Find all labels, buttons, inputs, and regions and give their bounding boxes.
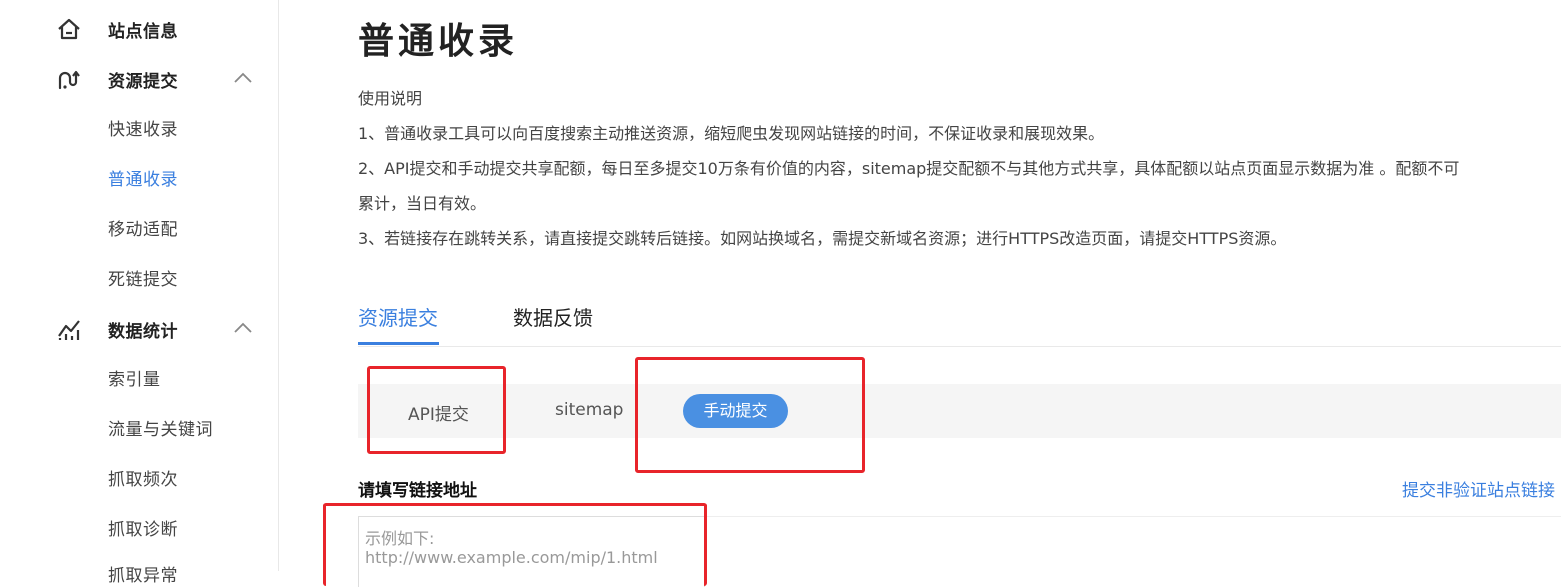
sidebar-group-site-info[interactable]: 站点信息 bbox=[0, 8, 278, 48]
sidebar-item-crawl-diagnosis[interactable]: 抓取诊断 bbox=[108, 515, 178, 540]
sidebar-item-crawl-errors[interactable]: 抓取异常 bbox=[108, 561, 178, 586]
sidebar-group-label: 站点信息 bbox=[108, 22, 178, 42]
home-icon bbox=[58, 18, 80, 40]
sidebar-group-resource-submit[interactable]: 资源提交 bbox=[0, 58, 278, 98]
chevron-up-icon[interactable] bbox=[233, 320, 253, 334]
sidebar-item-normal-index[interactable]: 普通收录 bbox=[108, 165, 178, 190]
submit-method-bar: API提交 sitemap 手动提交 bbox=[358, 384, 1561, 438]
page-title: 普通收录 bbox=[358, 21, 519, 62]
sidebar-item-fast-index[interactable]: 快速收录 bbox=[108, 115, 178, 140]
stats-icon bbox=[58, 320, 80, 340]
main-content: 普通收录 使用说明 1、普通收录工具可以向百度搜索主动推送资源，缩短爬虫发现网站… bbox=[358, 0, 1561, 587]
sidebar: 站点信息 资源提交 快速收录 普通收录 移动适配 死链提交 数据统计 索引量 流… bbox=[0, 0, 279, 586]
annotation-box-api bbox=[367, 366, 506, 454]
sidebar-group-data-stats[interactable]: 数据统计 bbox=[0, 308, 278, 348]
active-tab-indicator bbox=[358, 342, 439, 345]
sidebar-group-label: 资源提交 bbox=[108, 72, 178, 92]
tab-bar: 资源提交 数据反馈 bbox=[358, 290, 1561, 347]
submit-icon bbox=[58, 70, 80, 90]
sidebar-item-traffic-keywords[interactable]: 流量与关键词 bbox=[108, 415, 213, 440]
annotation-box-manual bbox=[635, 357, 865, 473]
sidebar-group-label: 数据统计 bbox=[108, 322, 178, 342]
unverified-site-link[interactable]: 提交非验证站点链接 bbox=[1402, 476, 1555, 501]
instructions-line-3: 3、若链接存在跳转关系，请直接提交跳转后链接。如网站换域名，需提交新域名资源；进… bbox=[358, 229, 1287, 248]
chevron-up-icon[interactable] bbox=[233, 70, 253, 84]
instructions-line-2-cont: 累计，当日有效。 bbox=[358, 194, 487, 213]
sidebar-item-crawl-frequency[interactable]: 抓取频次 bbox=[108, 465, 178, 490]
tab-resource-submit[interactable]: 资源提交 bbox=[358, 302, 438, 331]
subtab-sitemap[interactable]: sitemap bbox=[555, 400, 623, 420]
sidebar-item-dead-link[interactable]: 死链提交 bbox=[108, 265, 178, 290]
sidebar-item-index-count[interactable]: 索引量 bbox=[108, 365, 161, 390]
tab-data-feedback[interactable]: 数据反馈 bbox=[513, 302, 593, 331]
instructions-line-2: 2、API提交和手动提交共享配额，每日至多提交10万条有价值的内容，sitema… bbox=[358, 159, 1460, 178]
instructions-line-1: 1、普通收录工具可以向百度搜索主动推送资源，缩短爬虫发现网站链接的时间，不保证收… bbox=[358, 124, 1105, 143]
instructions-heading: 使用说明 bbox=[358, 89, 423, 108]
sidebar-item-mobile-adapt[interactable]: 移动适配 bbox=[108, 215, 178, 240]
annotation-box-textarea bbox=[323, 503, 707, 586]
url-field-label: 请填写链接地址 bbox=[358, 481, 477, 501]
